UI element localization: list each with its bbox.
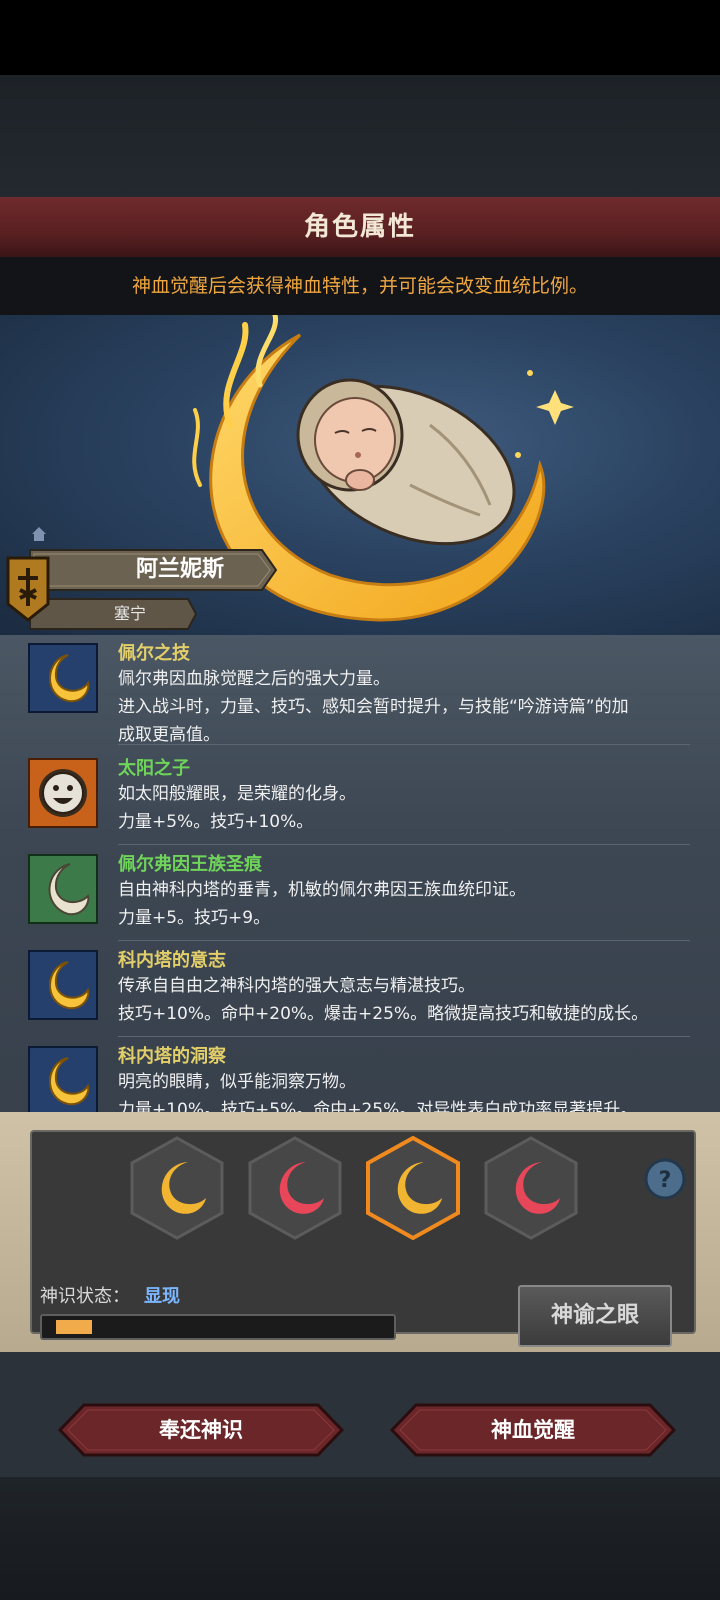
trait-name: 佩尔弗因王族圣痕 [118, 854, 262, 875]
backdrop-top [0, 75, 720, 197]
trait-name: 佩尔之技 [118, 643, 190, 664]
feather-crescent-icon [28, 854, 98, 924]
divine-sense-status-label: 神识状态： [40, 1286, 130, 1307]
return-divine-sense-button[interactable]: 奉还神识 [56, 1402, 346, 1458]
trait-description: 传承自自由之神科内塔的强大意志与精湛技巧。 技巧+10%。命中+20%。爆击+2… [118, 976, 649, 1024]
backdrop-bottom [0, 1477, 720, 1600]
divider [118, 744, 690, 745]
divider [118, 1036, 690, 1037]
gold-crescent-icon[interactable] [130, 1136, 224, 1240]
oracle-eye-button[interactable]: 神谕之眼 [518, 1285, 672, 1347]
red-crescent-icon[interactable] [484, 1136, 578, 1240]
subtitle-bar: 神血觉醒后会获得神血特性，并可能会改变血统比例。 [0, 257, 720, 315]
trait-name: 科内塔的意志 [118, 950, 226, 971]
page-title: 角色属性 [303, 212, 416, 242]
red-crescent-icon[interactable] [248, 1136, 342, 1240]
svg-text:?: ? [659, 1168, 672, 1193]
trait-name: 太阳之子 [118, 758, 190, 779]
smiling-sun-icon [28, 758, 98, 828]
title-bar: 角色属性 [0, 197, 720, 259]
progress-fill [56, 1320, 92, 1334]
trait-name: 科内塔的洞察 [118, 1046, 226, 1067]
awaken-button-label: 神血觉醒 [491, 1418, 575, 1442]
divider [118, 940, 690, 941]
awakening-hint: 神血觉醒后会获得神血特性，并可能会改变血统比例。 [131, 275, 588, 297]
home-icon [32, 527, 46, 541]
return-button-label: 奉还神识 [159, 1418, 243, 1442]
status-bar [0, 0, 720, 75]
trait-item: 太阳之子 如太阳般耀眼，是荣耀的化身。 力量+5%。技巧+10%。 [0, 750, 720, 846]
divider [118, 844, 690, 845]
divine-sense-status-value: 显现 [144, 1286, 180, 1307]
crest-icon [6, 556, 50, 622]
character-name: 阿兰妮斯 [135, 557, 224, 582]
trait-description: 自由神科内塔的垂青，机敏的佩尔弗因王族血统印证。 力量+5。技巧+9。 [118, 880, 526, 928]
crescent-moon-icon [28, 1046, 98, 1116]
awakening-progress-bar [40, 1314, 396, 1340]
question-mark-icon[interactable]: ? [644, 1158, 686, 1200]
trait-item: 佩尔之技 佩尔弗因血脉觉醒之后的强大力量。 进入战斗时，力量、技巧、感知会暂时提… [0, 635, 720, 745]
crescent-moon-icon [28, 643, 98, 713]
trait-description: 佩尔弗因血脉觉醒之后的强大力量。 进入战斗时，力量、技巧、感知会暂时提升，与技能… [118, 669, 629, 745]
trait-list[interactable]: 佩尔之技 佩尔弗因血脉觉醒之后的强大力量。 进入战斗时，力量、技巧、感知会暂时提… [0, 635, 720, 1135]
crescent-moon-icon [28, 950, 98, 1020]
character-origin: 塞宁 [113, 604, 146, 623]
trait-description: 如太阳般耀眼，是荣耀的化身。 力量+5%。技巧+10%。 [118, 784, 356, 832]
blood-awaken-button[interactable]: 神血觉醒 [388, 1402, 678, 1458]
trait-item: 科内塔的意志 传承自自由之神科内塔的强大意志与精湛技巧。 技巧+10%。命中+2… [0, 942, 720, 1038]
trait-item: 佩尔弗因王族圣痕 自由神科内塔的垂青，机敏的佩尔弗因王族血统印证。 力量+5。技… [0, 846, 720, 942]
gold-crescent-icon[interactable] [366, 1136, 460, 1240]
